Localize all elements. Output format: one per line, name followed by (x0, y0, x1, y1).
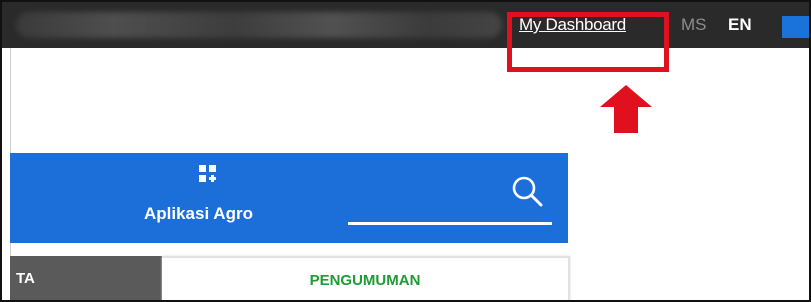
up-arrow-annotation-icon (600, 85, 652, 133)
search-input[interactable] (348, 222, 552, 225)
page-frame: My Dashboard MS EN Aplikasi Agro TA PENG… (0, 0, 811, 302)
apps-grid-icon (199, 165, 216, 182)
user-menu-button[interactable] (782, 16, 809, 38)
highlight-annotation-box (507, 12, 669, 72)
search-icon[interactable] (511, 175, 543, 207)
aplikasi-agro-link[interactable]: Aplikasi Agro (144, 204, 253, 224)
tab-pengumuman-label: PENGUMUMAN (309, 272, 421, 289)
tab-berita[interactable]: TA (10, 256, 162, 300)
tab-berita-label: TA (16, 270, 35, 287)
language-en-option[interactable]: EN (728, 15, 752, 35)
blurred-nav-area (16, 12, 502, 38)
top-navigation-bar: My Dashboard MS EN (2, 2, 809, 48)
language-ms-option[interactable]: MS (681, 15, 707, 35)
app-toolbar: Aplikasi Agro (10, 153, 568, 243)
tab-pengumuman[interactable]: PENGUMUMAN (162, 256, 570, 300)
